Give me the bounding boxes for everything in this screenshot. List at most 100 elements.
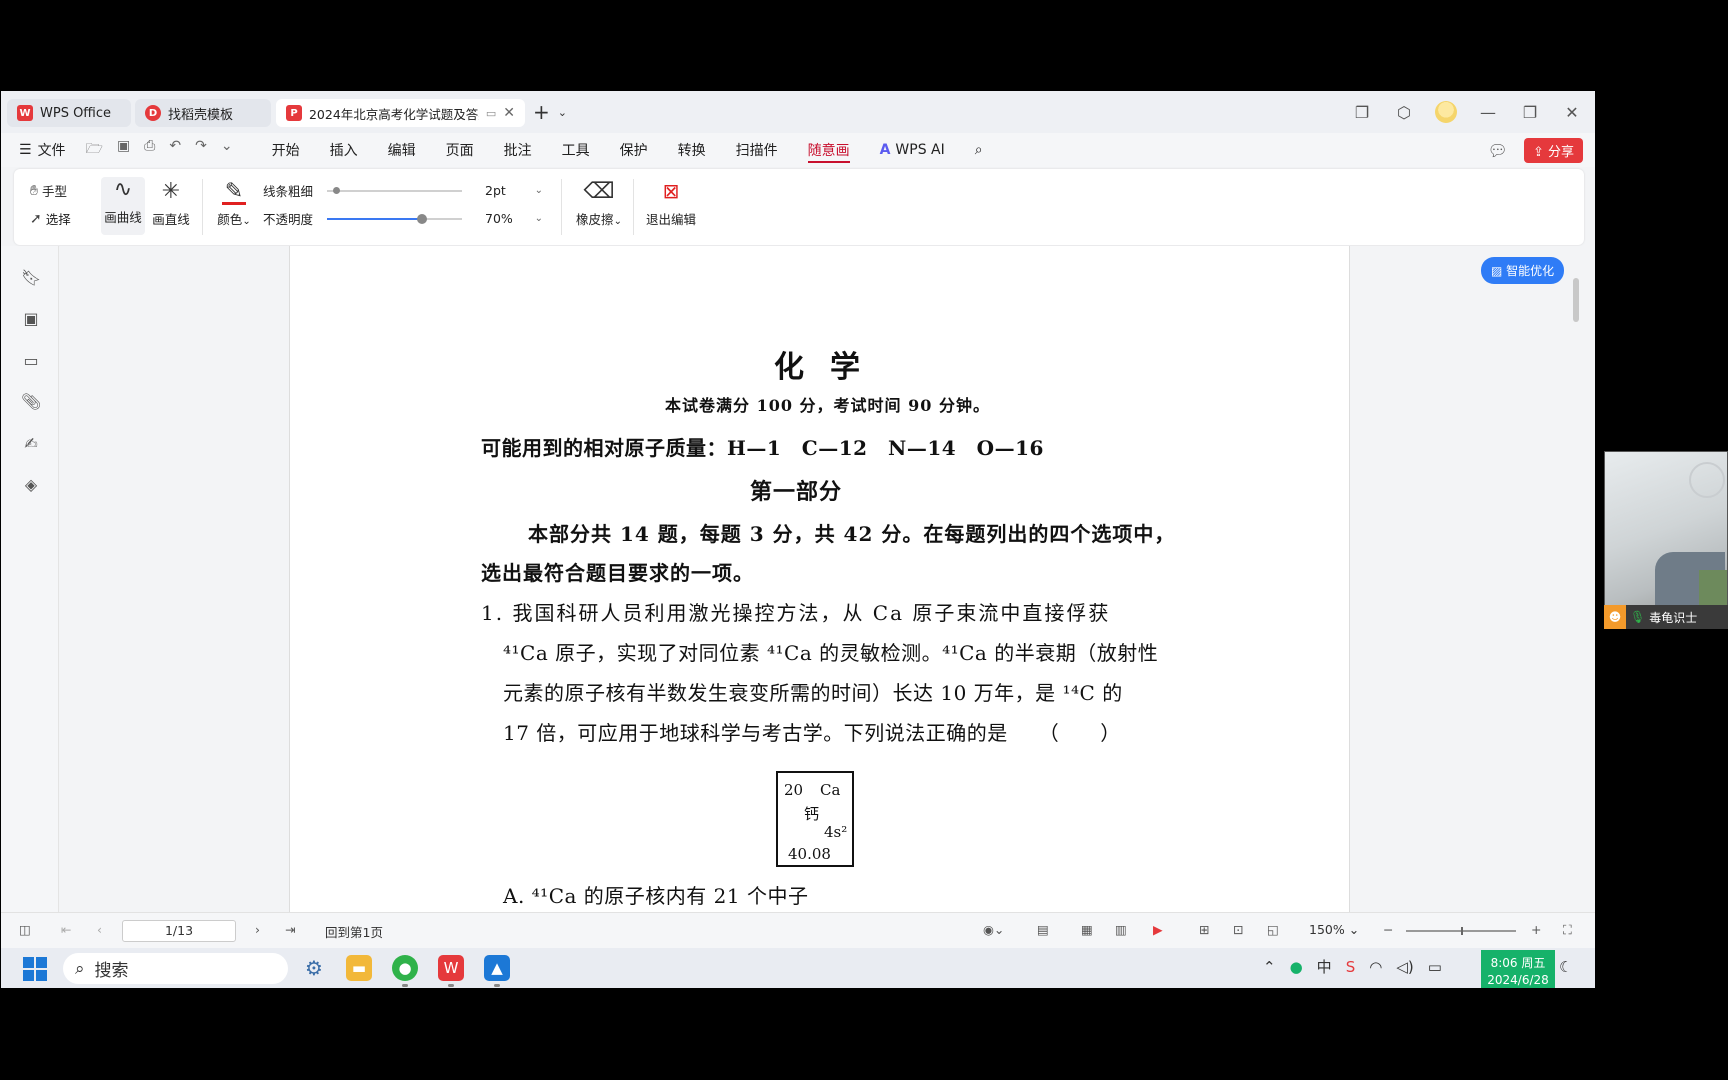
eraser-tool[interactable]: ⌫ 橡皮擦⌄	[571, 179, 627, 228]
cube-icon[interactable]: ⬡	[1393, 103, 1415, 122]
menu-page[interactable]: 页面	[431, 133, 489, 167]
next-page-icon[interactable]: ›	[255, 922, 260, 937]
zoom-knob[interactable]	[1461, 927, 1463, 935]
wps-taskbar-icon[interactable]: W	[438, 955, 464, 981]
open-folder-icon[interactable]: 🗁	[86, 138, 103, 162]
slider-knob[interactable]	[333, 187, 340, 194]
back-first-link[interactable]: 回到第1页	[325, 922, 383, 941]
tray-s-icon[interactable]: S	[1346, 958, 1356, 976]
slider-knob[interactable]	[416, 214, 427, 224]
chevron-down-icon[interactable]: ⌄	[558, 106, 567, 119]
attachment-icon[interactable]: 📎︎	[21, 392, 41, 412]
menu-bar: ☰ 文件 🗁 ▣ ⎙ ↶ ↷ ⌄ 开始 插入 编辑 页面 批注 工具 保护 转换…	[1, 133, 1595, 167]
plus-icon[interactable]: +	[533, 100, 550, 124]
wechat-icon[interactable]: ●	[392, 955, 418, 981]
bookmark-icon[interactable]: 🔖︎	[21, 268, 41, 288]
select-tool[interactable]: ➚ 选择	[30, 209, 71, 228]
comment-icon[interactable]: ▭	[21, 351, 41, 371]
zoom-out-icon[interactable]: −	[1383, 922, 1393, 937]
opacity-label: 不透明度	[263, 212, 314, 227]
taskbar-search[interactable]: ⌕ 搜索	[63, 953, 288, 984]
menu-insert[interactable]: 插入	[315, 133, 373, 167]
signature-icon[interactable]: ✍︎	[21, 434, 41, 454]
print-icon[interactable]: ⎙	[144, 138, 155, 162]
tabs-overview-icon[interactable]: ❐	[1351, 103, 1373, 122]
volume-icon[interactable]: ◁)	[1396, 958, 1413, 976]
draw-curve-tool[interactable]: ∿ 画曲线	[101, 177, 145, 235]
document-area[interactable]: 化学 本试卷满分 100 分，考试时间 90 分钟。 可能用到的相对原子质量：H…	[60, 246, 1583, 912]
draw-line-tool[interactable]: ✳︎ 画直线	[149, 179, 193, 228]
opacity-slider[interactable]	[327, 214, 462, 224]
scroll-thumb[interactable]	[1573, 278, 1579, 322]
page-number-input[interactable]: 1/13	[122, 920, 236, 942]
close-window-icon[interactable]: ✕	[1561, 103, 1583, 122]
play-icon[interactable]: ▶	[1153, 922, 1163, 937]
fit-page-icon[interactable]: ⊡	[1233, 922, 1243, 937]
tray-app-icon[interactable]: ●	[1290, 958, 1303, 976]
zoom-level[interactable]: 150% ⌄	[1309, 922, 1359, 937]
option-a: A. ⁴¹Ca 的原子核内有 21 个中子	[503, 884, 809, 908]
undo-icon[interactable]: ↶	[169, 138, 181, 162]
menu-start[interactable]: 开始	[257, 133, 315, 167]
menu-scan[interactable]: 扫描件	[721, 133, 793, 167]
minimize-icon[interactable]: —	[1477, 103, 1499, 122]
redo-icon[interactable]: ↷	[195, 138, 207, 162]
layers-icon[interactable]: ◈	[21, 475, 41, 495]
tray-expand-icon[interactable]: ⌃	[1263, 958, 1276, 976]
search-icon[interactable]: ⌕	[960, 133, 998, 167]
line-width-select[interactable]: 2pt ⌄	[479, 179, 549, 201]
opacity-select[interactable]: 70% ⌄	[479, 207, 549, 229]
screen-icon[interactable]: ▭	[486, 107, 496, 120]
hand-tool[interactable]: ✋︎ 手型	[30, 181, 67, 200]
share-button[interactable]: ⇪ 分享	[1523, 138, 1583, 163]
tab-wps-office[interactable]: W WPS Office	[7, 99, 131, 127]
menu-convert[interactable]: 转换	[663, 133, 721, 167]
two-page-icon[interactable]: ▥	[1115, 922, 1127, 937]
wifi-icon[interactable]: ◠	[1369, 958, 1382, 976]
chat-icon[interactable]: 💬︎	[1488, 141, 1508, 160]
folder-icon[interactable]: ▬	[346, 955, 372, 981]
battery-icon[interactable]: ▭	[1428, 958, 1442, 976]
curve-icon: ∿	[113, 177, 133, 202]
smart-optimize-button[interactable]: ▨ 智能优化	[1481, 257, 1565, 284]
first-page-icon[interactable]: ⇤	[61, 922, 71, 937]
prev-page-icon[interactable]: ‹	[97, 922, 102, 937]
restore-icon[interactable]: ❐	[1519, 103, 1541, 122]
moon-icon[interactable]: ☾	[1559, 958, 1572, 976]
bookmark-view-icon[interactable]: ◱	[1267, 922, 1279, 937]
start-button[interactable]	[23, 957, 47, 981]
exit-edit-button[interactable]: ⊠ 退出编辑	[643, 179, 699, 228]
tab-document[interactable]: P 2024年北京高考化学试题及答案 ▭ ✕	[276, 99, 525, 127]
menu-tools[interactable]: 工具	[547, 133, 605, 167]
menu-edit[interactable]: 编辑	[373, 133, 431, 167]
menu-protect[interactable]: 保护	[605, 133, 663, 167]
line-width-slider[interactable]	[327, 187, 462, 194]
ime-icon[interactable]: 中	[1317, 956, 1332, 977]
sidebar-toggle-icon[interactable]: ◫	[19, 922, 31, 937]
fullscreen-icon[interactable]: ⛶	[1563, 922, 1572, 938]
fit-width-icon[interactable]: ⊞	[1199, 922, 1209, 937]
weather-icon[interactable]	[1435, 101, 1457, 123]
new-tab-button[interactable]: + ⌄	[533, 99, 567, 125]
thumbnail-icon[interactable]: ▣	[21, 309, 41, 329]
settings-icon[interactable]: ⚙	[301, 955, 327, 981]
color-picker[interactable]: ✎ 颜色⌄	[212, 179, 256, 228]
menu-wps-ai[interactable]: A WPS AI	[865, 133, 960, 167]
last-page-icon[interactable]: ⇥	[285, 922, 295, 937]
taskbar-clock[interactable]: 8:06 周五 2024/6/28	[1481, 950, 1555, 988]
vertical-scrollbar[interactable]	[1573, 256, 1579, 906]
zoom-slider[interactable]	[1406, 927, 1516, 935]
close-tab-icon[interactable]: ✕	[503, 105, 515, 121]
file-menu[interactable]: ☰ 文件	[19, 140, 66, 160]
menu-freehand[interactable]: 随意画	[793, 133, 865, 167]
menu-annotate[interactable]: 批注	[489, 133, 547, 167]
pdf-page[interactable]: 化学 本试卷满分 100 分，考试时间 90 分钟。 可能用到的相对原子质量：H…	[289, 246, 1350, 912]
zoom-in-icon[interactable]: +	[1531, 922, 1541, 937]
continuous-icon[interactable]: ▦	[1081, 922, 1093, 937]
tab-template[interactable]: D 找稻壳模板	[135, 99, 271, 127]
save-icon[interactable]: ▣	[117, 138, 130, 162]
single-page-icon[interactable]: ▤	[1037, 922, 1049, 937]
photos-icon[interactable]: ▲	[484, 955, 510, 981]
more-chevron-icon[interactable]: ⌄	[221, 138, 233, 162]
eye-icon[interactable]: ◉⌄	[983, 922, 1004, 937]
